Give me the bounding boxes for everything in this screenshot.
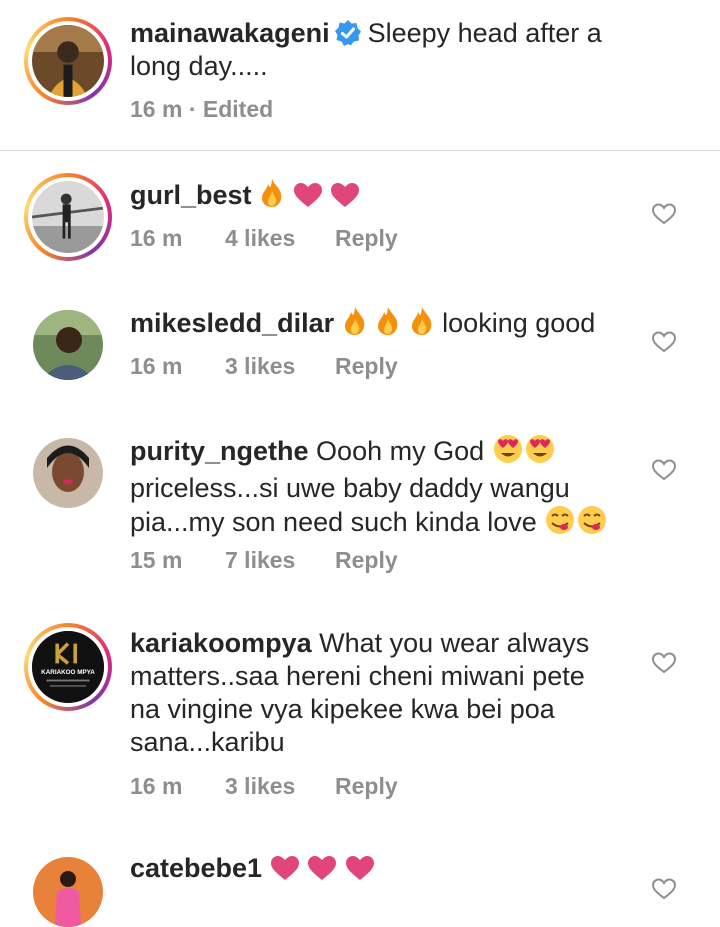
comment-avatar[interactable] (33, 310, 103, 380)
reply-button[interactable]: Reply (335, 353, 398, 380)
comment-body-line3: pia...my son need such kinda love (130, 507, 537, 537)
avatar-photo (33, 310, 103, 380)
pink-heart-emoji (345, 855, 375, 889)
like-heart-icon[interactable] (652, 652, 676, 674)
avatar-photo (33, 438, 103, 508)
comment-body-line2: matters..saa hereni cheni miwani pete (130, 661, 585, 691)
comment-username[interactable]: gurl_best (130, 180, 252, 210)
comment-time: 16 m (130, 225, 183, 251)
avatar-photo (32, 25, 104, 97)
comment-meta: 16 m 4 likes Reply (130, 225, 398, 252)
comment-time: 16 m (130, 773, 183, 799)
comment-avatar[interactable] (24, 173, 112, 261)
like-heart-icon[interactable] (652, 459, 676, 481)
reply-button[interactable]: Reply (335, 225, 398, 252)
verified-badge-icon (334, 19, 362, 47)
comment-meta: 16 m 3 likes Reply (130, 353, 398, 380)
fire-emoji (375, 306, 401, 344)
like-heart-icon[interactable] (652, 878, 676, 900)
comment-username[interactable]: catebebe1 (130, 853, 262, 883)
kariakoo-logo: KARIAKOO MPYA (32, 631, 104, 703)
yum-emoji (576, 505, 608, 543)
comment-likes[interactable]: 3 likes (225, 773, 335, 800)
comment-text: mikesledd_dilar looking good (130, 306, 650, 344)
reply-button[interactable]: Reply (335, 547, 398, 574)
fire-emoji (259, 178, 285, 216)
fire-emoji (342, 306, 368, 344)
reply-button[interactable]: Reply (335, 773, 398, 800)
comment-text: gurl_best (130, 178, 630, 216)
comment-avatar[interactable] (33, 438, 103, 508)
comment-avatar[interactable] (33, 857, 103, 927)
comment-time: 15 m (130, 547, 183, 573)
comment-time: 16 m (130, 353, 183, 379)
comment-likes[interactable]: 3 likes (225, 353, 335, 380)
comment-body-line4: sana...karibu (130, 727, 285, 757)
comment-likes[interactable]: 4 likes (225, 225, 335, 252)
comment-text: catebebe1 (130, 852, 650, 889)
pink-heart-emoji (307, 855, 337, 889)
comment-body-line3: na vingine vya kipekee kwa bei poa (130, 694, 555, 724)
pink-heart-emoji (330, 182, 360, 216)
like-heart-icon[interactable] (652, 203, 676, 225)
comment-text: purity_ngethe Oooh my God priceless...si… (130, 434, 650, 543)
post-edited-label: · Edited (188, 96, 274, 122)
post-author-avatar[interactable] (24, 17, 112, 105)
post-caption: mainawakageni Sleepy head after a long da… (130, 17, 650, 83)
comment-body-line1: Oooh my God (316, 436, 485, 466)
yum-emoji (544, 505, 576, 543)
comment-username[interactable]: mikesledd_dilar (130, 308, 334, 338)
pink-heart-emoji (293, 182, 323, 216)
comment-body: looking good (442, 308, 596, 338)
heart-eyes-emoji (524, 434, 556, 472)
comment-username[interactable]: purity_ngethe (130, 436, 309, 466)
avatar-photo (33, 857, 103, 927)
heart-eyes-emoji (492, 434, 524, 472)
comment-body-line1: What you wear always (319, 628, 590, 658)
comment-body-line2: priceless...si uwe baby daddy wangu (130, 473, 570, 503)
comment-meta: 15 m 7 likes Reply (130, 547, 398, 574)
post-username[interactable]: mainawakageni (130, 18, 330, 48)
logo-text: KARIAKOO MPYA (41, 669, 95, 676)
fire-emoji (409, 306, 435, 344)
comment-likes[interactable]: 7 likes (225, 547, 335, 574)
pink-heart-emoji (270, 855, 300, 889)
comment-meta: 16 m 3 likes Reply (130, 773, 398, 800)
comment-text: kariakoompya What you wear always matter… (130, 627, 650, 759)
post-time: 16 m (130, 96, 183, 122)
like-heart-icon[interactable] (652, 331, 676, 353)
post-caption-section: mainawakageni Sleepy head after a long da… (0, 0, 720, 151)
comment-username[interactable]: kariakoompya (130, 628, 312, 658)
avatar-photo (32, 181, 104, 253)
comment-avatar[interactable]: KARIAKOO MPYA (24, 623, 112, 711)
post-meta: 16 m · Edited (130, 96, 273, 123)
